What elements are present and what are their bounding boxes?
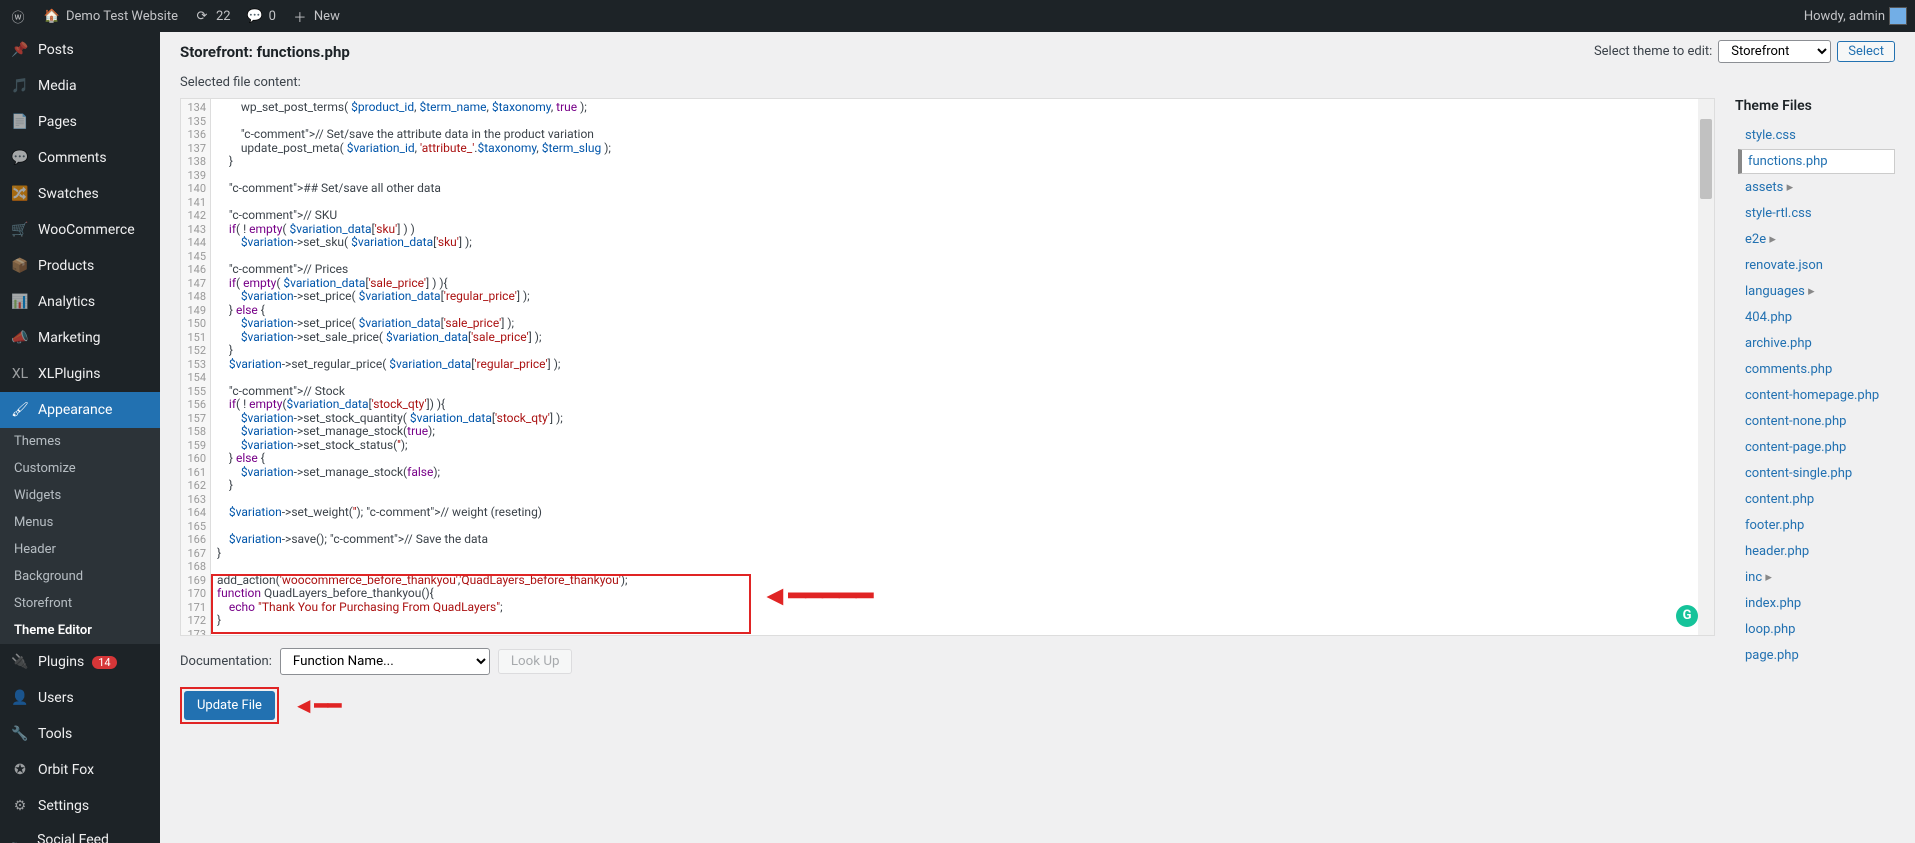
menu-icon: 📷	[10, 838, 29, 843]
theme-select[interactable]: Storefront	[1718, 40, 1831, 63]
new-content-link[interactable]: ＋New	[290, 6, 340, 26]
menu-icon: 🔧	[10, 724, 30, 744]
submenu-themes[interactable]: Themes	[0, 428, 160, 455]
menu-icon: 📌	[10, 40, 30, 60]
menu-icon: 👤	[10, 688, 30, 708]
updates-link[interactable]: ⟳22	[192, 6, 231, 26]
file-content-none-php[interactable]: content-none.php	[1738, 409, 1895, 434]
menu-icon: 📊	[10, 292, 30, 312]
sidebar-item-products[interactable]: 📦Products	[0, 248, 160, 284]
menu-icon: XL	[10, 364, 30, 384]
sidebar-item-settings[interactable]: ⚙Settings	[0, 788, 160, 824]
highlight-box-button: Update File	[180, 687, 279, 724]
editor-scrollbar[interactable]	[1698, 99, 1714, 635]
page-title: Storefront: functions.php	[180, 43, 350, 61]
submenu-widgets[interactable]: Widgets	[0, 482, 160, 509]
code-editor[interactable]: 1341351361371381391401411421431441451461…	[180, 98, 1715, 636]
file-style-css[interactable]: style.css	[1738, 123, 1895, 148]
submenu-background[interactable]: Background	[0, 563, 160, 590]
file-archive-php[interactable]: archive.php	[1738, 331, 1895, 356]
grammarly-icon[interactable]: G	[1676, 605, 1698, 627]
menu-icon: ✪	[10, 760, 30, 780]
lookup-button[interactable]: Look Up	[498, 649, 573, 674]
theme-files-title: Theme Files	[1735, 98, 1895, 114]
sidebar-item-tools[interactable]: 🔧Tools	[0, 716, 160, 752]
file-style-rtl-css[interactable]: style-rtl.css	[1738, 201, 1895, 226]
main-content: Storefront: functions.php Select theme t…	[160, 32, 1915, 843]
sidebar-item-plugins[interactable]: 🔌Plugins14	[0, 644, 160, 680]
sidebar-item-swatches[interactable]: 🔀Swatches	[0, 176, 160, 212]
menu-icon: 📦	[10, 256, 30, 276]
sidebar-item-xlplugins[interactable]: XLXLPlugins	[0, 356, 160, 392]
submenu-storefront[interactable]: Storefront	[0, 590, 160, 617]
file-page-php[interactable]: page.php	[1738, 643, 1895, 662]
documentation-label: Documentation:	[180, 654, 272, 669]
sidebar-item-woocommerce[interactable]: 🛒WooCommerce	[0, 212, 160, 248]
sidebar-item-media[interactable]: 🎵Media	[0, 68, 160, 104]
menu-icon: 📄	[10, 112, 30, 132]
file-404-php[interactable]: 404.php	[1738, 305, 1895, 330]
menu-icon: ⚙	[10, 796, 30, 816]
menu-icon: 🔀	[10, 184, 30, 204]
file-loop-php[interactable]: loop.php	[1738, 617, 1895, 642]
submenu-menus[interactable]: Menus	[0, 509, 160, 536]
site-name-link[interactable]: 🏠Demo Test Website	[42, 6, 178, 26]
sidebar-item-pages[interactable]: 📄Pages	[0, 104, 160, 140]
sidebar-item-marketing[interactable]: 📣Marketing	[0, 320, 160, 356]
documentation-select[interactable]: Function Name...	[280, 648, 490, 675]
menu-icon: 🎵	[10, 76, 30, 96]
file-content-php[interactable]: content.php	[1738, 487, 1895, 512]
sidebar-item-comments[interactable]: 💬Comments	[0, 140, 160, 176]
menu-icon: 💬	[10, 148, 30, 168]
select-theme-button[interactable]: Select	[1837, 41, 1895, 62]
file-footer-php[interactable]: footer.php	[1738, 513, 1895, 538]
file-content-single-php[interactable]: content-single.php	[1738, 461, 1895, 486]
sidebar-item-analytics[interactable]: 📊Analytics	[0, 284, 160, 320]
file-e2e[interactable]: e2e	[1738, 227, 1895, 252]
submenu-customize[interactable]: Customize	[0, 455, 160, 482]
wp-logo[interactable]: ⓦ	[8, 6, 28, 26]
admin-sidebar: 📌Posts🎵Media📄Pages💬Comments🔀Swatches🛒Woo…	[0, 32, 160, 843]
comments-link[interactable]: 💬0	[245, 6, 276, 26]
select-theme-label: Select theme to edit:	[1594, 44, 1712, 59]
menu-icon: 🛒	[10, 220, 30, 240]
sidebar-item-posts[interactable]: 📌Posts	[0, 32, 160, 68]
update-file-button[interactable]: Update File	[184, 691, 275, 720]
sidebar-item-social-feed-gallery[interactable]: 📷Social Feed Gallery	[0, 824, 160, 843]
file-header-php[interactable]: header.php	[1738, 539, 1895, 564]
file-inc[interactable]: inc	[1738, 565, 1895, 590]
sidebar-item-users[interactable]: 👤Users	[0, 680, 160, 716]
submenu-header[interactable]: Header	[0, 536, 160, 563]
selected-file-label: Selected file content:	[180, 75, 1895, 90]
badge: 14	[92, 656, 116, 669]
highlight-box-code	[211, 574, 751, 634]
menu-icon: 📣	[10, 328, 30, 348]
menu-icon: 🖌	[10, 400, 30, 420]
theme-files-list: style.cssfunctions.phpassetsstyle-rtl.cs…	[1735, 122, 1895, 662]
submenu-theme-editor[interactable]: Theme Editor	[0, 617, 160, 644]
admin-toolbar: ⓦ 🏠Demo Test Website ⟳22 💬0 ＋New Howdy, …	[0, 0, 1915, 32]
howdy-account[interactable]: Howdy, admin	[1804, 7, 1907, 25]
file-functions-php[interactable]: functions.php	[1738, 149, 1895, 174]
file-renovate-json[interactable]: renovate.json	[1738, 253, 1895, 278]
file-comments-php[interactable]: comments.php	[1738, 357, 1895, 382]
file-content-homepage-php[interactable]: content-homepage.php	[1738, 383, 1895, 408]
sidebar-item-appearance[interactable]: 🖌Appearance	[0, 392, 160, 428]
arrow-annotation-button: ◄━━	[293, 693, 341, 719]
file-index-php[interactable]: index.php	[1738, 591, 1895, 616]
file-assets[interactable]: assets	[1738, 175, 1895, 200]
menu-icon: 🔌	[10, 652, 30, 672]
avatar	[1889, 7, 1907, 25]
arrow-annotation-code: ◄━━━━━	[761, 589, 873, 603]
sidebar-item-orbit-fox[interactable]: ✪Orbit Fox	[0, 752, 160, 788]
file-languages[interactable]: languages	[1738, 279, 1895, 304]
line-gutter: 1341351361371381391401411421431441451461…	[181, 99, 211, 636]
file-content-page-php[interactable]: content-page.php	[1738, 435, 1895, 460]
